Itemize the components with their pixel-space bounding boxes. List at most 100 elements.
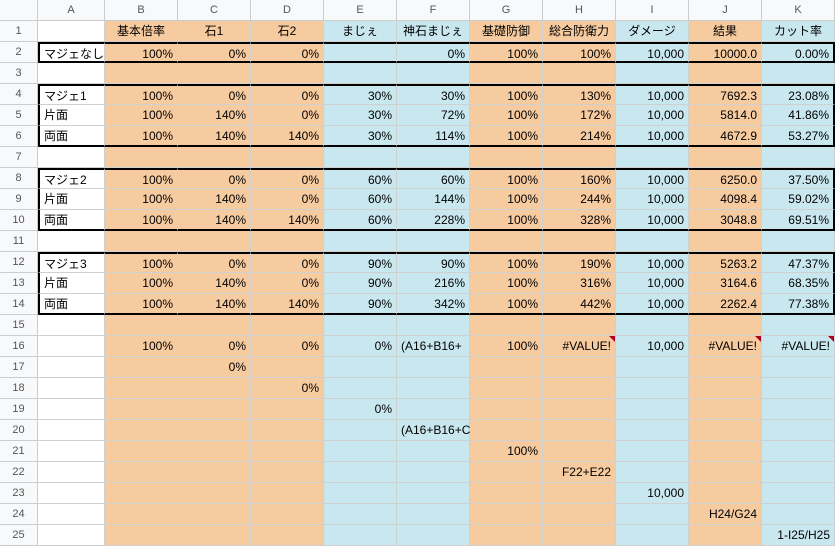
cell-I6[interactable]: 10,000 [616, 126, 689, 147]
cell-A6[interactable]: 両面 [38, 126, 105, 147]
cell-B20[interactable] [105, 420, 178, 441]
cell-F15[interactable] [397, 315, 470, 336]
row-header-5[interactable]: 5 [0, 105, 38, 126]
cell-B6[interactable]: 100% [105, 126, 178, 147]
cell-H10[interactable]: 328% [543, 210, 616, 231]
cell-F9[interactable]: 144% [397, 189, 470, 210]
cell-C24[interactable] [178, 504, 251, 525]
cell-H1[interactable]: 総合防衛力 [543, 21, 616, 42]
cell-D12[interactable]: 0% [251, 252, 324, 273]
cell-E20[interactable] [324, 420, 397, 441]
cell-A24[interactable] [38, 504, 105, 525]
cell-K11[interactable] [762, 231, 835, 252]
row-header-21[interactable]: 21 [0, 441, 38, 462]
spreadsheet-grid[interactable]: ABCDEFGHIJK1基本倍率石1石2まじぇ神石まじぇ基礎防御総合防衛力ダメー… [0, 0, 835, 546]
col-header-B[interactable]: B [105, 0, 178, 21]
cell-F7[interactable] [397, 147, 470, 168]
cell-C2[interactable]: 0% [178, 42, 251, 63]
cell-F4[interactable]: 30% [397, 84, 470, 105]
col-header-I[interactable]: I [616, 0, 689, 21]
cell-I13[interactable]: 10,000 [616, 273, 689, 294]
cell-G23[interactable] [470, 483, 543, 504]
cell-F2[interactable]: 0% [397, 42, 470, 63]
cell-G22[interactable] [470, 462, 543, 483]
cell-I11[interactable] [616, 231, 689, 252]
cell-E21[interactable] [324, 441, 397, 462]
cell-B22[interactable] [105, 462, 178, 483]
cell-G9[interactable]: 100% [470, 189, 543, 210]
cell-H14[interactable]: 442% [543, 294, 616, 315]
cell-C15[interactable] [178, 315, 251, 336]
cell-K18[interactable] [762, 378, 835, 399]
cell-F22[interactable] [397, 462, 470, 483]
cell-A20[interactable] [38, 420, 105, 441]
row-header-15[interactable]: 15 [0, 315, 38, 336]
cell-J20[interactable] [689, 420, 762, 441]
cell-D9[interactable]: 0% [251, 189, 324, 210]
cell-F1[interactable]: 神石まじぇ [397, 21, 470, 42]
cell-K24[interactable] [762, 504, 835, 525]
cell-D17[interactable] [251, 357, 324, 378]
row-header-19[interactable]: 19 [0, 399, 38, 420]
cell-E15[interactable] [324, 315, 397, 336]
cell-B24[interactable] [105, 504, 178, 525]
row-header-1[interactable]: 1 [0, 21, 38, 42]
row-header-20[interactable]: 20 [0, 420, 38, 441]
cell-C5[interactable]: 140% [178, 105, 251, 126]
cell-K4[interactable]: 23.08% [762, 84, 835, 105]
cell-H5[interactable]: 172% [543, 105, 616, 126]
cell-K25[interactable]: 1-I25/H25 [762, 525, 835, 546]
row-header-22[interactable]: 22 [0, 462, 38, 483]
cell-A4[interactable]: マジェ1 [38, 84, 105, 105]
cell-B19[interactable] [105, 399, 178, 420]
cell-E3[interactable] [324, 63, 397, 84]
cell-A22[interactable] [38, 462, 105, 483]
col-header-D[interactable]: D [251, 0, 324, 21]
cell-I23[interactable]: 10,000 [616, 483, 689, 504]
cell-C22[interactable] [178, 462, 251, 483]
cell-H23[interactable] [543, 483, 616, 504]
cell-H16[interactable]: #VALUE! [543, 336, 616, 357]
cell-H15[interactable] [543, 315, 616, 336]
cell-K14[interactable]: 77.38% [762, 294, 835, 315]
cell-D18[interactable]: 0% [251, 378, 324, 399]
cell-G1[interactable]: 基礎防御 [470, 21, 543, 42]
cell-D13[interactable]: 0% [251, 273, 324, 294]
cell-B9[interactable]: 100% [105, 189, 178, 210]
col-header-G[interactable]: G [470, 0, 543, 21]
cell-H2[interactable]: 100% [543, 42, 616, 63]
cell-C19[interactable] [178, 399, 251, 420]
cell-J17[interactable] [689, 357, 762, 378]
cell-F24[interactable] [397, 504, 470, 525]
cell-A18[interactable] [38, 378, 105, 399]
cell-D24[interactable] [251, 504, 324, 525]
cell-K5[interactable]: 41.86% [762, 105, 835, 126]
cell-A1[interactable] [38, 21, 105, 42]
cell-F25[interactable] [397, 525, 470, 546]
row-header-25[interactable]: 25 [0, 525, 38, 546]
cell-J18[interactable] [689, 378, 762, 399]
cell-K20[interactable] [762, 420, 835, 441]
cell-B23[interactable] [105, 483, 178, 504]
cell-B21[interactable] [105, 441, 178, 462]
cell-D20[interactable] [251, 420, 324, 441]
cell-E22[interactable] [324, 462, 397, 483]
col-header-J[interactable]: J [689, 0, 762, 21]
cell-I9[interactable]: 10,000 [616, 189, 689, 210]
row-header-8[interactable]: 8 [0, 168, 38, 189]
col-header-H[interactable]: H [543, 0, 616, 21]
cell-J4[interactable]: 7692.3 [689, 84, 762, 105]
cell-E2[interactable] [324, 42, 397, 63]
cell-E24[interactable] [324, 504, 397, 525]
cell-A8[interactable]: マジェ2 [38, 168, 105, 189]
cell-K10[interactable]: 69.51% [762, 210, 835, 231]
cell-H3[interactable] [543, 63, 616, 84]
cell-K13[interactable]: 68.35% [762, 273, 835, 294]
cell-D14[interactable]: 140% [251, 294, 324, 315]
cell-D10[interactable]: 140% [251, 210, 324, 231]
col-header-A[interactable]: A [38, 0, 105, 21]
cell-K6[interactable]: 53.27% [762, 126, 835, 147]
cell-C20[interactable] [178, 420, 251, 441]
cell-C3[interactable] [178, 63, 251, 84]
cell-G11[interactable] [470, 231, 543, 252]
